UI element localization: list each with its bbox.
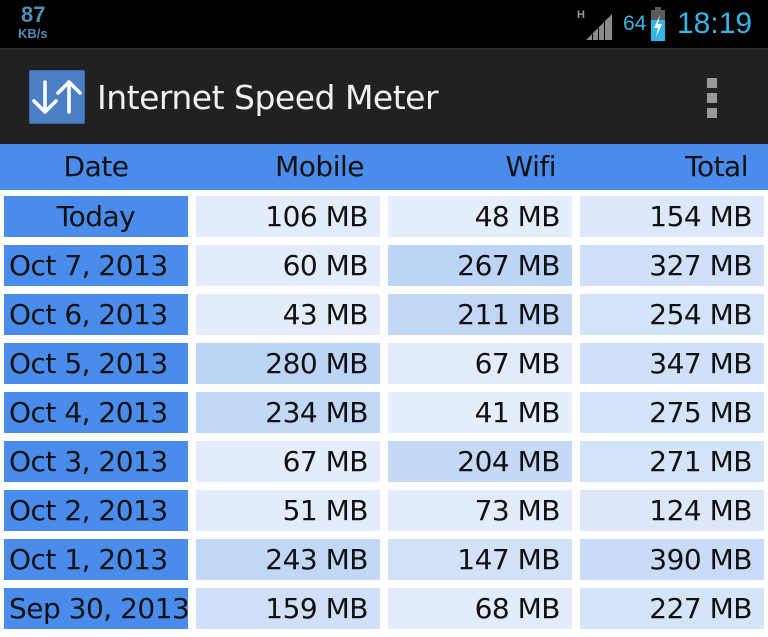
date-cell: Oct 4, 2013 xyxy=(4,392,188,433)
action-bar: Internet Speed Meter xyxy=(0,48,768,144)
wifi-cell: 48 MB xyxy=(388,196,572,237)
overflow-menu-dot xyxy=(707,93,717,103)
mobile-cell: 106 MB xyxy=(196,196,380,237)
column-header-wifi[interactable]: Wifi xyxy=(388,144,557,190)
date-cell: Today xyxy=(4,196,188,237)
date-cell: Sep 30, 2013 xyxy=(4,588,190,629)
wifi-cell: 41 MB xyxy=(388,392,572,433)
table-row[interactable]: Oct 3, 2013 67 MB 204 MB 271 MB xyxy=(0,441,768,490)
total-cell: 390 MB xyxy=(580,539,764,580)
mobile-cell: 67 MB xyxy=(196,441,380,482)
clock: 18:19 xyxy=(677,7,753,40)
mobile-cell: 234 MB xyxy=(196,392,380,433)
total-cell: 271 MB xyxy=(580,441,764,482)
date-cell: Oct 2, 2013 xyxy=(4,490,188,531)
mobile-cell: 60 MB xyxy=(196,245,380,286)
column-header-mobile[interactable]: Mobile xyxy=(196,144,364,190)
total-cell: 254 MB xyxy=(580,294,764,335)
date-cell: Oct 3, 2013 xyxy=(4,441,188,482)
overflow-menu-dot xyxy=(707,108,717,118)
mobile-cell: 43 MB xyxy=(196,294,380,335)
date-cell: Oct 1, 2013 xyxy=(4,539,188,580)
table-row[interactable]: Oct 1, 2013 243 MB 147 MB 390 MB xyxy=(0,539,768,588)
column-header-total[interactable]: Total xyxy=(580,144,748,190)
table-row[interactable]: Oct 2, 2013 51 MB 73 MB 124 MB xyxy=(0,490,768,539)
overflow-menu-icon xyxy=(707,78,717,88)
overflow-menu-button[interactable] xyxy=(700,72,724,124)
wifi-cell: 204 MB xyxy=(388,441,572,482)
table-row[interactable]: Oct 4, 2013 234 MB 41 MB 275 MB xyxy=(0,392,768,441)
total-cell: 124 MB xyxy=(580,490,764,531)
mobile-cell: 51 MB xyxy=(196,490,380,531)
table-row[interactable]: Oct 6, 2013 43 MB 211 MB 254 MB xyxy=(0,294,768,343)
network-speed-unit: KB/s xyxy=(18,26,48,41)
wifi-cell: 73 MB xyxy=(388,490,572,531)
status-bar: 87 KB/s H 64 18:19 xyxy=(0,0,768,48)
total-cell: 227 MB xyxy=(580,588,764,629)
total-cell: 275 MB xyxy=(580,392,764,433)
wifi-cell: 211 MB xyxy=(388,294,572,335)
download-upload-arrows-icon xyxy=(29,70,85,124)
wifi-cell: 147 MB xyxy=(388,539,572,580)
mobile-cell: 280 MB xyxy=(196,343,380,384)
table-header: Date Mobile Wifi Total xyxy=(0,144,768,190)
mobile-cell: 243 MB xyxy=(196,539,380,580)
signal-bars-icon xyxy=(586,14,612,40)
app-title: Internet Speed Meter xyxy=(97,78,439,117)
table-row[interactable]: Oct 7, 2013 60 MB 267 MB 327 MB xyxy=(0,245,768,294)
wifi-cell: 68 MB xyxy=(388,588,572,629)
column-header-date[interactable]: Date xyxy=(4,144,188,190)
total-cell: 154 MB xyxy=(580,196,764,237)
date-cell: Oct 6, 2013 xyxy=(4,294,188,335)
wifi-cell: 67 MB xyxy=(388,343,572,384)
battery-charging-icon xyxy=(651,7,665,41)
date-cell: Oct 7, 2013 xyxy=(4,245,188,286)
total-cell: 347 MB xyxy=(580,343,764,384)
wifi-cell: 267 MB xyxy=(388,245,572,286)
usage-table: Today 106 MB 48 MB 154 MB Oct 7, 2013 60… xyxy=(0,196,768,637)
network-speed-value: 87 xyxy=(21,2,46,27)
battery-percent: 64 xyxy=(623,12,647,35)
date-cell: Oct 5, 2013 xyxy=(4,343,188,384)
table-row[interactable]: Oct 5, 2013 280 MB 67 MB 347 MB xyxy=(0,343,768,392)
total-cell: 327 MB xyxy=(580,245,764,286)
table-row[interactable]: Today 106 MB 48 MB 154 MB xyxy=(0,196,768,245)
mobile-cell: 159 MB xyxy=(196,588,380,629)
